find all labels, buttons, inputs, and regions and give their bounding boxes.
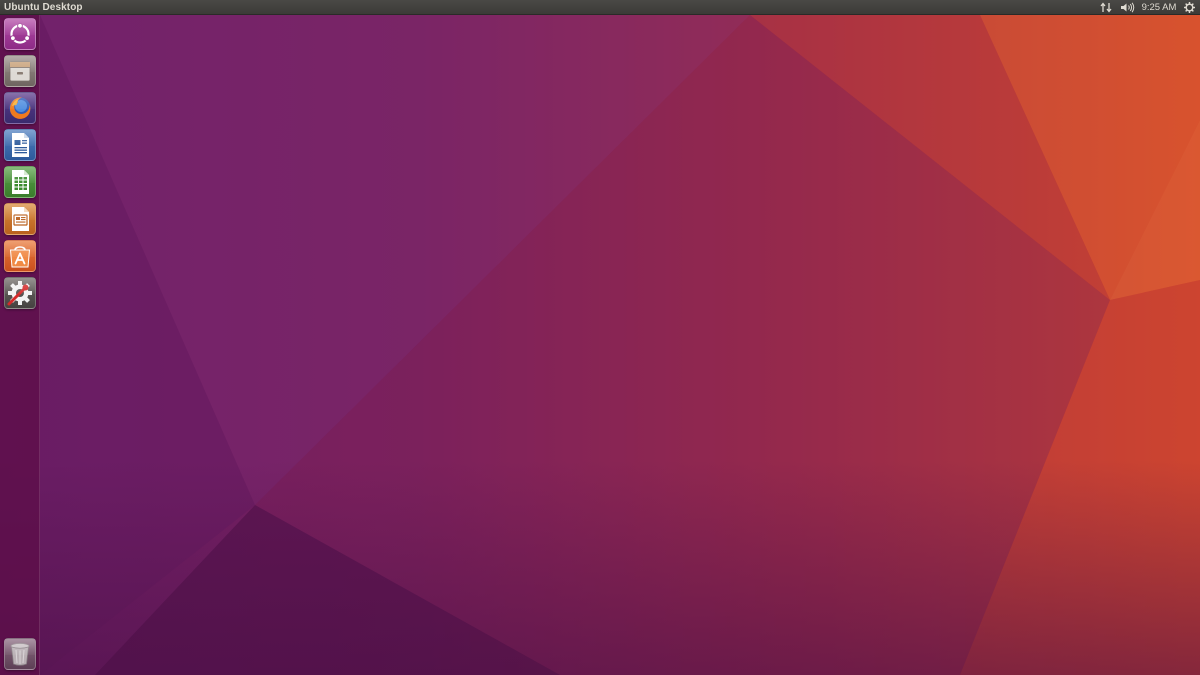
top-panel: Ubuntu Desktop 9:25 AM <box>0 0 1200 15</box>
calc-spreadsheet-icon <box>12 170 29 194</box>
launcher-item-libreoffice-impress[interactable] <box>4 203 36 235</box>
launcher-item-trash[interactable] <box>4 638 36 670</box>
wallpaper <box>0 0 1200 675</box>
launcher <box>0 15 40 675</box>
launcher-item-ubuntu-software[interactable] <box>4 240 36 272</box>
ubuntu-logo-icon <box>10 22 31 44</box>
launcher-item-firefox[interactable] <box>4 92 36 124</box>
file-cabinet-icon <box>9 61 31 82</box>
desktop[interactable]: Ubuntu Desktop 9:25 AM <box>0 0 1200 675</box>
trash-icon <box>10 643 30 666</box>
launcher-item-libreoffice-calc[interactable] <box>4 166 36 198</box>
clock[interactable]: 9:25 AM <box>1140 0 1178 15</box>
launcher-item-libreoffice-writer[interactable] <box>4 129 36 161</box>
window-title: Ubuntu Desktop <box>4 2 83 13</box>
firefox-icon <box>9 97 31 119</box>
launcher-item-system-settings[interactable] <box>4 277 36 309</box>
launcher-item-files[interactable] <box>4 55 36 87</box>
impress-presentation-icon <box>12 207 29 231</box>
writer-document-icon <box>12 133 29 157</box>
sound-icon[interactable] <box>1119 0 1135 15</box>
network-icon[interactable] <box>1099 0 1113 15</box>
settings-wrench-gear-icon <box>7 281 32 306</box>
shopping-bag-icon <box>9 246 31 268</box>
launcher-item-dash-home[interactable] <box>4 18 36 50</box>
session-gear-icon[interactable] <box>1182 0 1196 15</box>
